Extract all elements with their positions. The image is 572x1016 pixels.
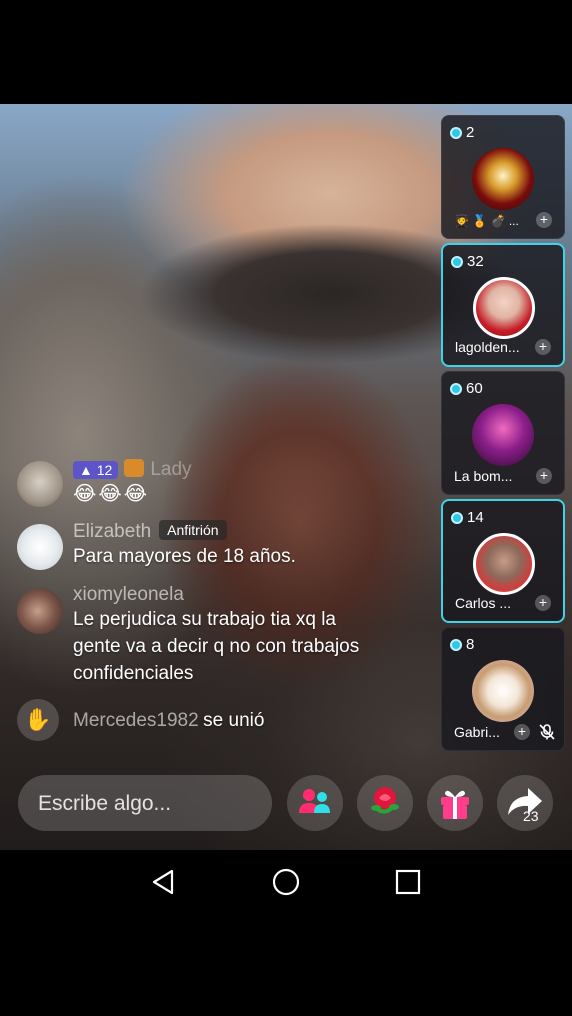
system-nav-bar [0,850,572,914]
wave-icon: ✋ [17,699,59,741]
guest-avatar [473,277,535,339]
guest-name: La bom... [454,468,513,484]
home-icon[interactable] [272,868,300,896]
guest-count: 2 [466,124,475,141]
guest-name: lagolden... [455,339,520,355]
chat-username: Elizabeth [73,521,152,542]
guest-card-4[interactable]: 14 Carlos ... + [441,499,565,623]
chat-message: xiomyleonela Le perjudica su trabajo tia… [17,584,427,687]
viewer-dot-icon [450,638,462,651]
chat-text: Para mayores de 18 años. [73,546,296,567]
guest-card-5[interactable]: 8 Gabri... + [441,627,565,751]
avatar [17,588,63,634]
plus-icon[interactable]: + [536,212,552,228]
chat-username: Lady [150,459,192,480]
guest-list: 2 🧑‍🎓 🏅 💣 ... + 32 lagolden... + 60 La b… [441,115,565,755]
guest-name: Gabri... [454,724,500,740]
chat-username: xiomyleonela [73,584,184,605]
gift-icon [441,790,469,819]
viewer-dot-icon [451,511,463,524]
avatar [17,524,63,570]
chat-emojis: 😂😂😂 [73,483,150,505]
plus-icon[interactable]: + [514,724,530,740]
guest-card-2[interactable]: 32 lagolden... + [441,243,565,367]
guest-name: Carlos ... [455,595,512,611]
guest-count: 8 [466,636,475,653]
rose-gift-button[interactable] [357,775,413,831]
chat-message: Elizabeth Anfitrión Para mayores de 18 añ… [17,520,427,570]
chat-username: Mercedes1982 [73,710,199,731]
level-badge: ▲ 12 [73,461,119,479]
guest-card-1[interactable]: 2 🧑‍🎓 🏅 💣 ... + [441,115,565,239]
share-button[interactable]: 23 [497,775,553,831]
viewer-dot-icon [451,255,463,268]
guest-count: 32 [467,253,484,270]
plus-icon[interactable]: + [536,468,552,484]
viewer-dot-icon [450,382,462,395]
guest-mode-icon [299,789,330,813]
chat-feed: ▲ 12 Lady 😂😂😂 Elizabeth Anfitrión Para may… [17,457,427,747]
comment-placeholder: Escribe algo... [38,792,172,815]
guest-avatar [472,660,534,722]
viewer-dot-icon [450,126,462,139]
share-count: 23 [523,808,539,824]
guest-icons: 🧑‍🎓 🏅 💣 ... [454,214,519,228]
guest-count: 60 [466,380,483,397]
host-badge: Anfitrión [159,520,227,540]
guest-count: 14 [467,509,484,526]
gift-button[interactable] [427,775,483,831]
guest-card-3[interactable]: 60 La bom... + [441,371,565,495]
mic-off-icon [539,724,555,740]
join-notice: ✋ Mercedes1982 se unió [17,699,427,741]
comment-input[interactable]: Escribe algo... [18,775,272,831]
join-text: se unió [203,710,265,731]
chat-text: Le perjudica su trabajo tia xq la gente … [73,609,360,684]
guest-avatar [472,404,534,466]
guest-avatar [472,148,534,210]
avatar [17,461,63,507]
rose-icon [371,787,399,814]
recents-icon[interactable] [395,869,421,895]
guest-mode-button[interactable] [287,775,343,831]
plus-icon[interactable]: + [535,595,551,611]
guest-avatar [473,533,535,595]
back-icon[interactable] [150,868,176,896]
heart-badge-icon [124,459,145,477]
chat-message: ▲ 12 Lady 😂😂😂 [17,457,427,507]
plus-icon[interactable]: + [535,339,551,355]
